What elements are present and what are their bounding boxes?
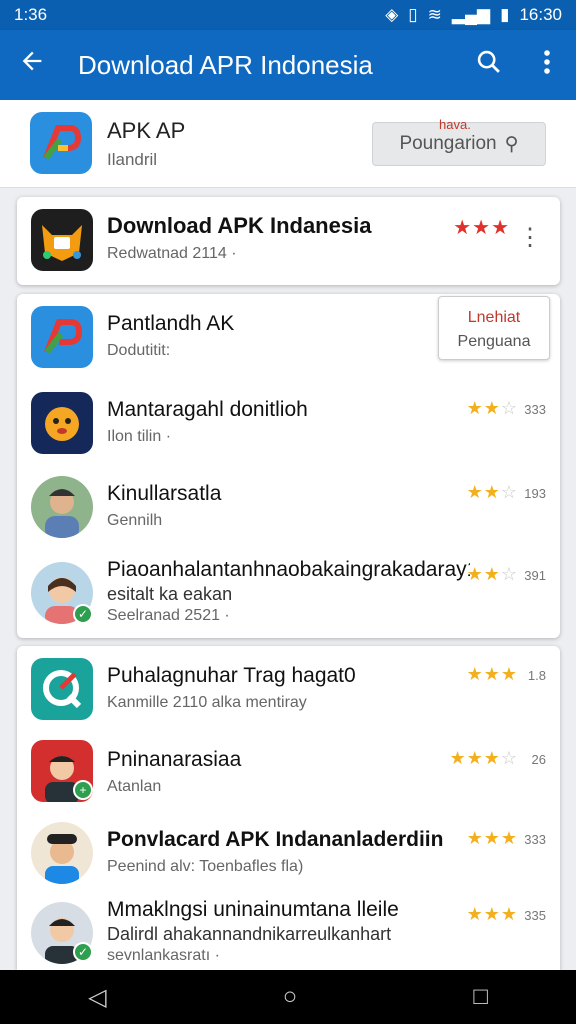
- app-list-card: Lnehiat Penguana Pantlandh AK Dodutitit:…: [17, 294, 560, 638]
- rating-stars: ★★☆: [466, 398, 518, 418]
- signal-icon: ▂▄▆: [451, 5, 491, 24]
- list-item[interactable]: + Pninanarasiaa Atanlan ★★★☆ 26: [17, 730, 560, 814]
- featured-app-sub: Redwatnad 2114 ·: [107, 245, 237, 262]
- fox-app-icon: [31, 209, 93, 271]
- item-name: Ponvlacard APK Indananladerdiin: [107, 828, 444, 851]
- chip-tag: hava.: [439, 117, 471, 132]
- rating-stars: ★★★: [453, 217, 510, 239]
- nav-home-icon[interactable]: ○: [283, 983, 298, 1011]
- item-name: Pninanarasiaa: [107, 748, 242, 771]
- app-logo-icon: [31, 306, 93, 368]
- item-name: Mantaragahl donitlioh: [107, 398, 308, 421]
- page-title: Download APR Indonesia: [78, 49, 373, 80]
- status-time-right: 16:30: [519, 5, 562, 24]
- rating-count: 193: [524, 486, 546, 501]
- list-item[interactable]: ✓ Mmaklngsi uninainumtana lleile Dalirdl…: [17, 892, 560, 976]
- verified-badge-icon: +: [73, 780, 93, 800]
- rating-stars: ★★☆: [466, 482, 518, 502]
- rating-count: 333: [524, 832, 546, 847]
- item-name: Piaoanhalantanhnaobakaingrakadaray1: [107, 558, 470, 581]
- item-sub: Atanlan: [107, 778, 162, 795]
- rating-stars: ★★★: [466, 904, 518, 924]
- rating-count: 335: [524, 908, 546, 923]
- nav-back-icon[interactable]: ◁: [88, 983, 106, 1012]
- featured-card[interactable]: Download APK Indanesia Redwatnad 2114 · …: [17, 197, 560, 285]
- item-name: Pantlandh AK: [107, 312, 235, 335]
- nav-recents-icon[interactable]: □: [473, 983, 488, 1011]
- wifi-icon: ≋: [427, 5, 442, 24]
- app-logo-icon: [31, 658, 93, 720]
- rating-stars: ★★★: [466, 828, 518, 848]
- item-sub: Kanmille 2110 alka mentiray: [107, 694, 307, 711]
- chip-label: Poungarion: [399, 133, 497, 154]
- rating-count: 333: [524, 402, 546, 417]
- overflow-menu-icon[interactable]: [518, 49, 576, 82]
- rating-stars: ★★★☆: [449, 748, 518, 768]
- emoji-app-icon: [31, 392, 93, 454]
- list-item[interactable]: Kinullarsatla Gennilh ★★☆ 193: [17, 464, 560, 548]
- app-bar: Download APR Indonesia: [0, 30, 576, 100]
- verified-badge-icon: ✓: [73, 604, 93, 624]
- app-logo-icon: [30, 112, 92, 174]
- item-sub: sevnlankasratı ·: [107, 947, 220, 964]
- avatar: [31, 822, 93, 884]
- rating-stars: ★★☆: [466, 564, 518, 584]
- app-list-card-2: Puhalagnuhar Trag hagat0 Kanmille 2110 a…: [17, 646, 560, 970]
- item-name: Kinullarsatla: [107, 482, 222, 505]
- list-item[interactable]: Puhalagnuhar Trag hagat0 Kanmille 2110 a…: [17, 646, 560, 730]
- status-bar: 1:36 ◈ ▯ ≋ ▂▄▆ ▮ 16:30: [0, 0, 576, 30]
- rating-count: 1.8: [527, 668, 546, 683]
- app-subtitle: Ilandril: [107, 150, 158, 169]
- list-item[interactable]: ✓ Piaoanhalantanhnaobakaingrakadaray1 es…: [17, 550, 560, 634]
- featured-app-name: Download APK Indanesia: [107, 213, 372, 238]
- item-sub-2: esitalt ka eakan: [107, 584, 233, 604]
- list-item[interactable]: Ponvlacard APK Indananladerdiin Peenind …: [17, 810, 560, 894]
- item-sub: Ilon tilin ·: [107, 428, 172, 445]
- system-nav-bar: ◁ ○ □: [0, 970, 576, 1024]
- item-sub: Gennilh: [107, 512, 163, 529]
- item-sub-2: Dalirdl ahakannandnikarreulkanhart: [107, 924, 392, 944]
- item-sub: Dodutitit:: [107, 342, 171, 359]
- item-sub: Seelranad 2521 ·: [107, 607, 230, 624]
- search-small-icon: ⚲: [504, 133, 519, 155]
- status-time: 1:36: [14, 5, 48, 24]
- list-item[interactable]: Pantlandh AK Dodutitit:: [17, 294, 560, 378]
- app-title: APK AP: [107, 118, 186, 143]
- vibrate-icon: ▯: [408, 5, 418, 24]
- search-chip-button[interactable]: hava. Poungarion ⚲: [372, 117, 546, 166]
- list-item[interactable]: Mantaragahl donitlioh Ilon tilin · ★★☆ 3…: [17, 380, 560, 464]
- item-name: Puhalagnuhar Trag hagat0: [107, 664, 356, 687]
- item-sub: Peenind alv: Toenbafles fla): [107, 858, 304, 875]
- more-options-icon[interactable]: ⋮: [518, 223, 542, 252]
- nfc-icon: ◈: [385, 5, 399, 24]
- rating-count: 391: [524, 568, 546, 583]
- top-app-header[interactable]: APK AP Ilandril hava. Poungarion ⚲: [0, 100, 576, 188]
- rating-stars: ★★★: [466, 664, 518, 684]
- item-name: Mmaklngsi uninainumtana lleile: [107, 898, 399, 921]
- back-arrow-icon[interactable]: [0, 47, 64, 83]
- battery-icon: ▮: [500, 5, 510, 24]
- verified-badge-icon: ✓: [73, 942, 93, 962]
- search-icon[interactable]: [460, 48, 518, 83]
- rating-count: 26: [531, 752, 546, 767]
- avatar: [31, 476, 93, 538]
